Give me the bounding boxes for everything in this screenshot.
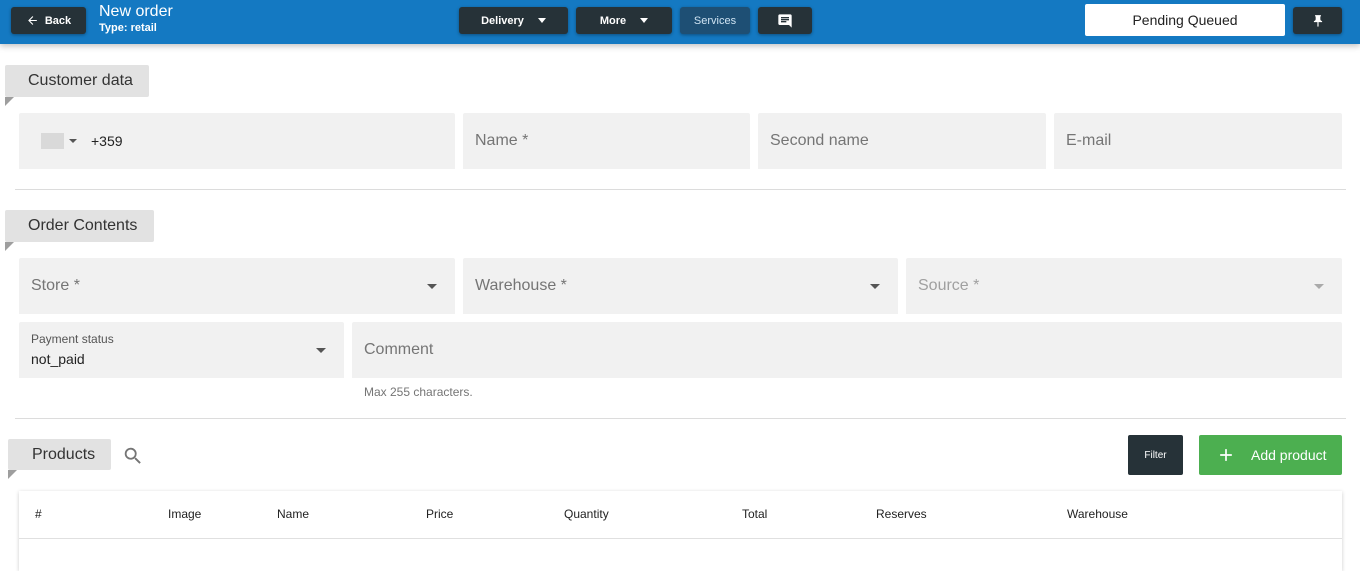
payment-status-label: Payment status (31, 332, 114, 346)
products-table: # Image Name Price Quantity Total Reserv… (19, 491, 1342, 571)
back-button[interactable]: Back (11, 7, 86, 34)
caret-down-icon (870, 284, 880, 289)
source-placeholder: Source * (918, 277, 980, 294)
services-button[interactable]: Services (680, 7, 750, 34)
comment-field[interactable]: Comment (352, 322, 1342, 378)
order-type: Type: retail (99, 22, 157, 34)
email-field[interactable]: E-mail (1054, 113, 1342, 169)
order-status-value: Pending Queued (1132, 12, 1238, 28)
caret-down-icon (640, 18, 649, 23)
caret-down-icon (537, 18, 546, 23)
divider (15, 418, 1346, 419)
customer-section-title: Customer data (5, 65, 149, 97)
store-placeholder: Store * (31, 277, 80, 294)
caret-down-icon (427, 284, 437, 289)
caret-down-icon (316, 348, 326, 353)
add-product-button[interactable]: Add product (1199, 435, 1342, 475)
plus-icon (1220, 449, 1232, 461)
order-status-select[interactable]: Pending Queued (1085, 4, 1285, 36)
phone-field[interactable]: +359 (19, 113, 455, 169)
column-header-price[interactable]: Price (426, 507, 453, 521)
column-header-quantity[interactable]: Quantity (564, 507, 609, 521)
country-flag-icon[interactable] (41, 133, 64, 149)
store-select[interactable]: Store * (19, 258, 455, 314)
pin-button[interactable] (1293, 7, 1342, 34)
second-name-placeholder: Second name (770, 132, 869, 149)
products-section-title: Products (8, 439, 111, 470)
email-placeholder: E-mail (1066, 132, 1112, 149)
comment-icon (778, 13, 792, 28)
search-icon (124, 447, 141, 464)
warehouse-select[interactable]: Warehouse * (463, 258, 898, 314)
payment-status-value: not_paid (31, 351, 85, 367)
payment-status-select[interactable]: Payment status not_paid (19, 322, 344, 378)
comments-button[interactable] (758, 7, 812, 34)
comment-placeholder: Comment (364, 341, 434, 358)
source-select[interactable]: Source * (906, 258, 1342, 314)
back-label: Back (44, 14, 72, 27)
column-header-total[interactable]: Total (742, 507, 767, 521)
table-header-divider (19, 538, 1342, 539)
column-header-image[interactable]: Image (168, 507, 201, 521)
more-label: More (599, 14, 627, 27)
filter-button[interactable]: Filter (1128, 435, 1183, 475)
pin-icon (1313, 14, 1322, 27)
column-header-number[interactable]: # (35, 507, 42, 521)
divider (15, 189, 1346, 190)
delivery-label: Delivery (481, 14, 524, 27)
name-field[interactable]: Name * (463, 113, 750, 169)
page-title: New order (99, 3, 173, 20)
top-bar: Back New order Type: retail Delivery Mor… (0, 0, 1360, 44)
column-header-warehouse[interactable]: Warehouse (1067, 507, 1128, 521)
customer-section-label: Customer data (28, 72, 133, 89)
services-label: Services (693, 14, 737, 27)
page-title-block: New order Type: retail (99, 3, 173, 35)
add-product-label: Add product (1251, 447, 1327, 463)
name-placeholder: Name * (475, 132, 529, 149)
warehouse-placeholder: Warehouse * (475, 277, 567, 294)
order-section-label: Order Contents (28, 217, 138, 234)
product-search-button[interactable] (122, 445, 144, 467)
caret-down-icon (1314, 284, 1324, 289)
filter-label: Filter (1144, 449, 1167, 461)
phone-code: +359 (91, 133, 123, 149)
order-section-title: Order Contents (5, 210, 154, 242)
column-header-reserves[interactable]: Reserves (876, 507, 927, 521)
delivery-button[interactable]: Delivery (459, 7, 568, 34)
arrow-left-icon (28, 16, 37, 25)
caret-down-icon[interactable] (69, 139, 77, 143)
second-name-field[interactable]: Second name (758, 113, 1046, 169)
comment-hint: Max 255 characters. (364, 385, 473, 399)
products-section-label: Products (32, 445, 96, 463)
more-button[interactable]: More (576, 7, 672, 34)
column-header-name[interactable]: Name (277, 507, 309, 521)
